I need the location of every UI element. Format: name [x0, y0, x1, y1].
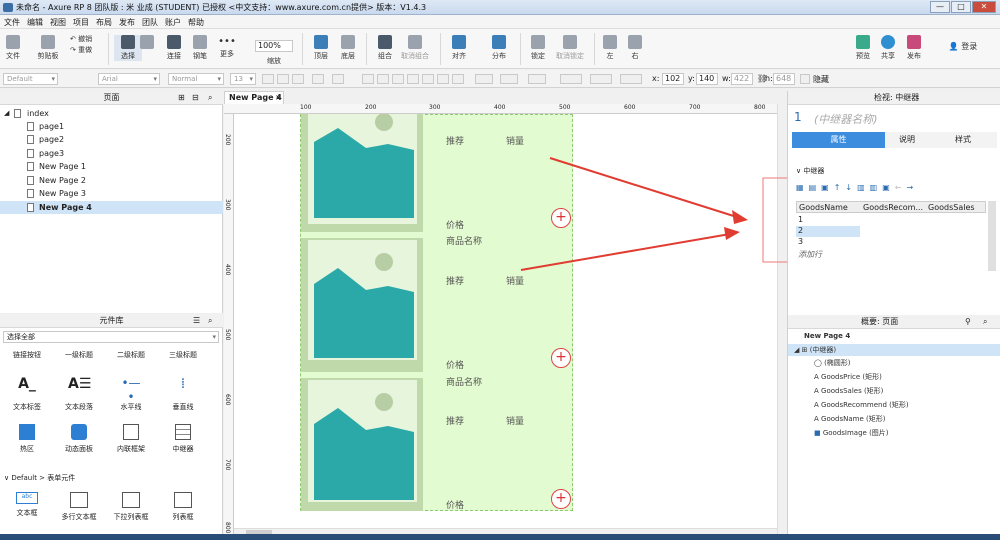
- dataset-toolbar[interactable]: ▦▤▣↑↓▥▥▣←→: [796, 183, 966, 195]
- dataset-header-row: GoodsName GoodsRecom... GoodsSales: [796, 201, 986, 213]
- delete-column-icon[interactable]: ▣: [882, 183, 895, 192]
- inspector-header: 检视: 中继器: [788, 91, 1000, 105]
- delete-row-icon[interactable]: ▣: [821, 183, 834, 192]
- arrow-line: [549, 157, 741, 219]
- repeater-name-field[interactable]: (中继器名称): [814, 111, 878, 127]
- inspector-index: 1: [794, 110, 802, 124]
- tab-style[interactable]: 样式: [929, 132, 997, 148]
- move-left-icon[interactable]: ←: [895, 183, 907, 192]
- outline-item[interactable]: A GoodsSales (矩形): [814, 386, 883, 396]
- add-column-icon[interactable]: ▥: [857, 183, 870, 192]
- collapse-icon: ◢: [794, 346, 802, 354]
- add-row-icon[interactable]: ▦: [796, 183, 809, 192]
- inspector-scrollbar[interactable]: [988, 201, 996, 271]
- tab-properties[interactable]: 属性: [792, 132, 885, 148]
- search-icon[interactable]: ⌕: [983, 315, 987, 328]
- outline-item[interactable]: A GoodsName (矩形): [814, 414, 885, 424]
- repeater-icon: ⊞: [801, 346, 810, 354]
- outline-item[interactable]: ■ GoodsImage (图片): [814, 428, 889, 438]
- dataset-row[interactable]: 2: [796, 226, 860, 237]
- column-goods-name[interactable]: GoodsName: [799, 203, 848, 212]
- outline-item[interactable]: A GoodsPrice (矩形): [814, 372, 882, 382]
- move-down-icon[interactable]: ↓: [845, 183, 857, 192]
- column-goods-recommend[interactable]: GoodsRecom...: [863, 203, 923, 212]
- arrow-line: [520, 233, 731, 271]
- move-up-icon[interactable]: ↑: [834, 183, 846, 192]
- dataset-row[interactable]: 1: [796, 215, 986, 226]
- text-icon: A: [814, 415, 822, 423]
- taskbar: [0, 534, 1000, 540]
- filter-icon[interactable]: ⚲: [965, 315, 971, 328]
- folder-icon: ■: [814, 429, 823, 437]
- tab-notes[interactable]: 说明: [885, 132, 929, 148]
- insert-column-icon[interactable]: ▥: [870, 183, 883, 192]
- text-icon: A: [814, 401, 822, 409]
- outline-page[interactable]: New Page 4: [804, 332, 850, 340]
- arrow-head: [732, 210, 748, 224]
- outline-header: 概要: 页面 ⚲ ⌕: [788, 315, 1000, 329]
- outline-item[interactable]: A GoodsRecommend (矩形): [814, 400, 909, 410]
- ellipse-icon: ◯: [814, 359, 825, 367]
- repeater-section-header[interactable]: ∨ 中继器: [796, 166, 824, 176]
- column-goods-sales[interactable]: GoodsSales: [928, 203, 975, 212]
- add-row-link[interactable]: 添加行: [798, 249, 822, 260]
- dataset-row[interactable]: 3: [796, 237, 986, 248]
- inspector-panel: 检视: 中继器 1 (中继器名称) 属性 说明 样式 ∨ 中继器 ▦▤▣↑↓▥▥…: [787, 91, 1000, 540]
- move-right-icon[interactable]: →: [906, 183, 918, 192]
- arrow-head: [724, 227, 740, 240]
- text-icon: A: [814, 387, 822, 395]
- text-icon: A: [814, 373, 822, 381]
- outline-item[interactable]: ◯ (椭圆形): [814, 358, 851, 368]
- outline-repeater[interactable]: ◢ ⊞ (中继器): [788, 344, 1000, 356]
- insert-row-icon[interactable]: ▤: [809, 183, 822, 192]
